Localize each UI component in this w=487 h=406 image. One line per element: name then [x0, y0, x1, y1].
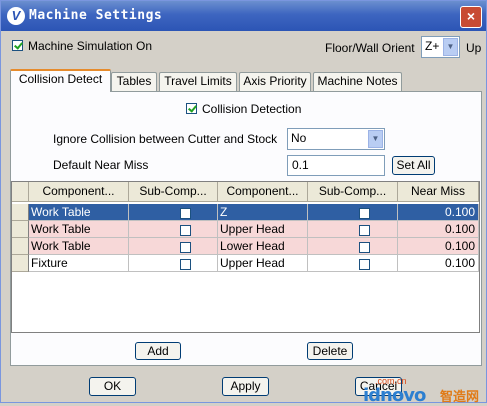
add-button[interactable]: Add — [135, 342, 181, 360]
set-all-button[interactable]: Set All — [392, 156, 435, 175]
app-logo-icon: V — [7, 7, 25, 25]
machine-settings-window: V Machine Settings × Machine Simulation … — [0, 0, 487, 406]
machine-simulation-toggle[interactable]: Machine Simulation On — [12, 38, 152, 53]
component-cell[interactable]: Z — [218, 204, 308, 221]
ignore-collision-value: No — [291, 131, 307, 145]
sub-component-checkbox[interactable] — [180, 258, 191, 270]
sub-component-cell[interactable] — [129, 221, 218, 238]
table-row[interactable]: Work Table Lower Head 0.100 — [12, 238, 479, 255]
delete-button[interactable]: Delete — [307, 342, 353, 360]
collision-table: Component... Sub-Comp... Component... Su… — [11, 181, 480, 333]
row-header[interactable] — [12, 255, 29, 272]
sub-component-cell[interactable] — [308, 221, 398, 238]
close-button[interactable]: × — [460, 6, 482, 28]
watermark: .com.cn idnovo 智造网 — [349, 374, 485, 406]
component-cell[interactable]: Lower Head — [218, 238, 308, 255]
component-cell[interactable]: Work Table — [29, 238, 129, 255]
ignore-collision-label: Ignore Collision between Cutter and Stoc… — [53, 132, 278, 146]
ok-button[interactable]: OK — [89, 377, 136, 396]
near-miss-cell[interactable]: 0.100 — [398, 238, 479, 255]
column-header[interactable]: Sub-Comp... — [308, 182, 398, 202]
title-bar[interactable]: V Machine Settings × — [1, 1, 486, 31]
sub-component-cell[interactable] — [129, 255, 218, 272]
sub-component-cell[interactable] — [308, 204, 398, 221]
collision-detection-checkbox[interactable] — [186, 103, 197, 115]
table-row[interactable]: Work Table Upper Head 0.100 — [12, 221, 479, 238]
near-miss-cell[interactable]: 0.100 — [398, 255, 479, 272]
table-corner — [12, 182, 29, 202]
ignore-collision-select[interactable]: No ▼ — [287, 128, 385, 150]
column-header[interactable]: Component... — [218, 182, 308, 202]
watermark-cn: 智造网 — [440, 389, 480, 404]
collision-detection-toggle[interactable]: Collision Detection — [186, 101, 301, 116]
floor-wall-orient-select[interactable]: Z+ ▼ — [421, 36, 460, 58]
floor-wall-orient-label: Floor/Wall Orient — [325, 41, 415, 55]
default-near-miss-label: Default Near Miss — [53, 158, 149, 172]
default-near-miss-field[interactable]: 0.1 — [287, 155, 385, 176]
window-title: Machine Settings — [29, 8, 163, 23]
sub-component-checkbox[interactable] — [359, 224, 370, 236]
tab-axis-priority[interactable]: Axis Priority — [239, 72, 311, 91]
floor-wall-orient-value: Z+ — [425, 39, 440, 53]
component-cell[interactable]: Upper Head — [218, 221, 308, 238]
tab-tables[interactable]: Tables — [111, 72, 157, 91]
component-cell[interactable]: Work Table — [29, 221, 129, 238]
chevron-down-icon[interactable]: ▼ — [443, 38, 458, 56]
sub-component-checkbox[interactable] — [359, 207, 370, 219]
collision-detection-label: Collision Detection — [202, 101, 302, 116]
tab-machine-notes[interactable]: Machine Notes — [313, 72, 402, 91]
sub-component-checkbox[interactable] — [180, 241, 191, 253]
apply-button[interactable]: Apply — [222, 377, 269, 396]
up-label: Up — [466, 41, 482, 55]
sub-component-cell[interactable] — [308, 255, 398, 272]
near-miss-cell[interactable]: 0.100 — [398, 221, 479, 238]
tab-travel-limits[interactable]: Travel Limits — [159, 72, 237, 91]
row-header[interactable] — [12, 221, 29, 238]
row-header[interactable] — [12, 204, 29, 221]
column-header[interactable]: Sub-Comp... — [129, 182, 218, 202]
column-header[interactable]: Near Miss — [398, 182, 479, 202]
tab-collision-detect[interactable]: Collision Detect — [10, 69, 111, 92]
sub-component-cell[interactable] — [308, 238, 398, 255]
component-cell[interactable]: Fixture — [29, 255, 129, 272]
component-cell[interactable]: Work Table — [29, 204, 129, 221]
chevron-down-icon[interactable]: ▼ — [368, 130, 383, 148]
column-header[interactable]: Component... — [29, 182, 129, 202]
table-row[interactable]: Work Table Z 0.100 — [12, 204, 479, 221]
sub-component-checkbox[interactable] — [359, 258, 370, 270]
sub-component-cell[interactable] — [129, 204, 218, 221]
machine-simulation-checkbox[interactable] — [12, 40, 23, 52]
near-miss-cell[interactable]: 0.100 — [398, 204, 479, 221]
row-header[interactable] — [12, 238, 29, 255]
sub-component-cell[interactable] — [129, 238, 218, 255]
sub-component-checkbox[interactable] — [180, 207, 191, 219]
table-row[interactable]: Fixture Upper Head 0.100 — [12, 255, 479, 272]
machine-simulation-label: Machine Simulation On — [28, 38, 153, 53]
sub-component-checkbox[interactable] — [359, 241, 370, 253]
component-cell[interactable]: Upper Head — [218, 255, 308, 272]
sub-component-checkbox[interactable] — [180, 224, 191, 236]
